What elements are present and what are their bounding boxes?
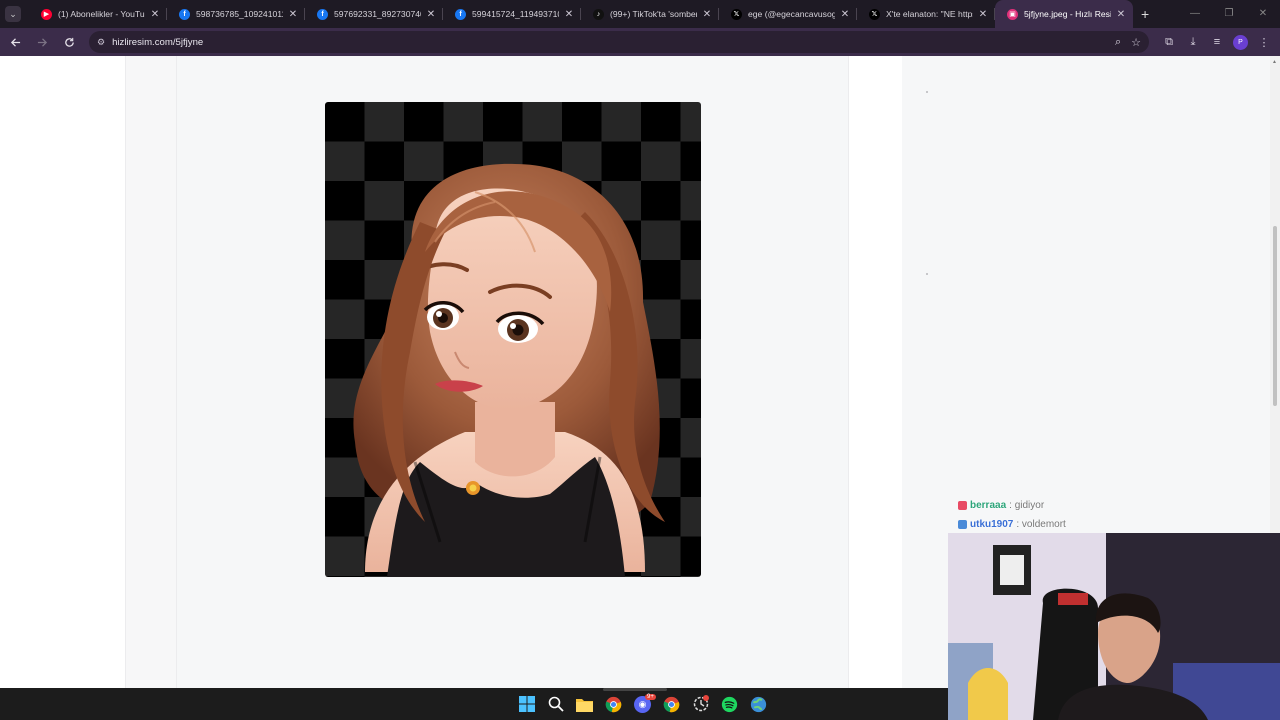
chrome-icon: [605, 696, 622, 712]
x-icon: 𝕏: [731, 8, 742, 20]
facebook-icon: f: [179, 8, 190, 20]
file-explorer-icon: [576, 698, 593, 712]
tiktok-icon: ♪: [593, 8, 604, 20]
chat-text: : voldemort: [1016, 519, 1066, 530]
left-gutter: [125, 56, 177, 688]
close-tab-icon[interactable]: ✕: [839, 9, 851, 20]
webcam-feed: [948, 533, 1280, 720]
close-tab-icon[interactable]: ✕: [149, 9, 161, 20]
close-tab-icon[interactable]: ✕: [977, 9, 989, 20]
chat-username: utku1907: [970, 519, 1014, 530]
toolbar-actions: ⧉ ⤓ ≡ P ⋮: [1157, 34, 1276, 50]
stream-chat-overlay: berraaa : gidiyor utku1907 : voldemort: [958, 496, 1066, 534]
tab-title: 5jfjyne.jpeg - Hızlı Resim: [1024, 9, 1111, 19]
browser-tab[interactable]: f 597692331_892730740003 ✕: [305, 0, 443, 28]
url-text[interactable]: hizliresim.com/5jfjyne: [112, 37, 1105, 48]
tab-title: X'te elanaton: "NE https://: [886, 9, 973, 19]
profile-avatar[interactable]: P: [1233, 34, 1248, 50]
minimize-button[interactable]: —: [1178, 0, 1212, 28]
search-icon: [548, 696, 564, 712]
close-tab-icon[interactable]: ✕: [1115, 9, 1127, 20]
facebook-icon: f: [317, 8, 328, 20]
arrow-left-icon: [10, 37, 20, 47]
extensions-icon[interactable]: ⧉: [1157, 36, 1181, 49]
reload-icon: [64, 37, 74, 47]
ad-placeholder-dot: [926, 91, 928, 93]
tab-title: 598736785_109241011293: [196, 9, 283, 19]
browser-tab[interactable]: 𝕏 X'te elanaton: "NE https:// ✕: [857, 0, 995, 28]
zoom-icon[interactable]: ⌕: [1115, 36, 1121, 49]
chat-badge-icon: [958, 520, 967, 529]
scrollbar-thumb[interactable]: [1273, 226, 1277, 406]
menu-kebab-icon[interactable]: ⋮: [1252, 36, 1276, 49]
taskbar-search-button[interactable]: [541, 688, 570, 720]
chevron-down-icon: ⌄: [9, 8, 17, 19]
close-tab-icon[interactable]: ✕: [563, 9, 575, 20]
ad-placeholder-dot: [926, 273, 928, 275]
discord-button[interactable]: ◉ 9+: [628, 688, 657, 720]
tab-strip: ⌄ ▶ (1) Abonelikler - YouTube ✕ f 598736785_…: [0, 0, 1280, 28]
close-tab-icon[interactable]: ✕: [287, 9, 299, 20]
spotify-icon: [721, 696, 738, 712]
windows-start-button[interactable]: [512, 688, 541, 720]
portrait-illustration: [353, 163, 665, 577]
youtube-icon: ▶: [41, 8, 52, 20]
close-tab-icon[interactable]: ✕: [425, 9, 437, 20]
new-tab-button[interactable]: +: [1141, 6, 1149, 22]
globe-app-icon: [750, 696, 767, 712]
chrome-profile-icon: [663, 696, 680, 712]
clock-app-button[interactable]: [686, 688, 715, 720]
scroll-up-icon[interactable]: ▲: [1272, 59, 1278, 65]
browser-tab[interactable]: ▣ 5jfjyne.jpeg - Hızlı Resim ✕: [995, 0, 1133, 28]
browser-tab[interactable]: f 599415724_119493710260 ✕: [443, 0, 581, 28]
tab-list: ▶ (1) Abonelikler - YouTube ✕ f 598736785_10…: [29, 0, 1133, 28]
close-tab-icon[interactable]: ✕: [701, 9, 713, 20]
tab-title: 599415724_119493710260: [472, 9, 559, 19]
tab-title: (1) Abonelikler - YouTube: [58, 9, 145, 19]
chat-message: utku1907 : voldemort: [958, 515, 1066, 534]
browser-tab[interactable]: f 598736785_109241011293 ✕: [167, 0, 305, 28]
browser-tab[interactable]: ♪ (99+) TikTok'ta 'somber5 ✕: [581, 0, 719, 28]
spotify-button[interactable]: [715, 688, 744, 720]
download-icon[interactable]: ⤓: [1181, 36, 1205, 49]
bookmark-star-icon[interactable]: ☆: [1131, 36, 1141, 49]
tab-search-button[interactable]: ⌄: [5, 6, 21, 22]
chat-username: berraaa: [970, 500, 1007, 511]
facebook-icon: f: [455, 8, 466, 20]
hizliresim-icon: ▣: [1007, 8, 1018, 20]
close-window-button[interactable]: ✕: [1246, 0, 1280, 28]
tab-title: ege (@egecancavusoglu): [748, 9, 835, 19]
window-controls: — ❐ ✕: [1178, 0, 1280, 28]
tab-title: (99+) TikTok'ta 'somber5: [610, 9, 697, 19]
site-info-icon[interactable]: ⚙: [97, 37, 105, 48]
chat-badge-icon: [958, 501, 967, 510]
browser-tab[interactable]: 𝕏ege (@egecancavusoglu) ✕: [719, 0, 857, 28]
webcam-scene: [948, 533, 1280, 720]
browser-tab[interactable]: ▶ (1) Abonelikler - YouTube ✕: [29, 0, 167, 28]
uploaded-image[interactable]: [325, 102, 701, 577]
media-controls-icon[interactable]: ≡: [1205, 36, 1229, 48]
restore-button[interactable]: ❐: [1212, 0, 1246, 28]
taskbar-icons: ◉ 9+: [512, 688, 773, 720]
chat-text: : gidiyor: [1009, 500, 1045, 511]
alert-dot: [703, 695, 709, 701]
chat-message: berraaa : gidiyor: [958, 496, 1066, 515]
browser-toolbar: ⚙ hizliresim.com/5jfjyne ⌕ ☆ ⧉ ⤓ ≡ P ⋮: [0, 28, 1280, 56]
tab-title: 597692331_892730740003: [334, 9, 421, 19]
windows-taskbar: ◉ 9+: [0, 688, 948, 720]
chrome-profile-button[interactable]: [657, 688, 686, 720]
forward-button[interactable]: [30, 30, 54, 54]
globe-app-button[interactable]: [744, 688, 773, 720]
file-explorer-button[interactable]: [570, 688, 599, 720]
windows-start-icon: [518, 696, 535, 712]
notification-badge: 9+: [645, 694, 656, 700]
arrow-right-icon: [37, 37, 47, 47]
address-bar[interactable]: ⚙ hizliresim.com/5jfjyne ⌕ ☆: [89, 31, 1149, 53]
reload-button[interactable]: [57, 30, 81, 54]
back-button[interactable]: [3, 30, 27, 54]
x-icon: 𝕏: [869, 8, 880, 20]
chrome-button[interactable]: [599, 688, 628, 720]
